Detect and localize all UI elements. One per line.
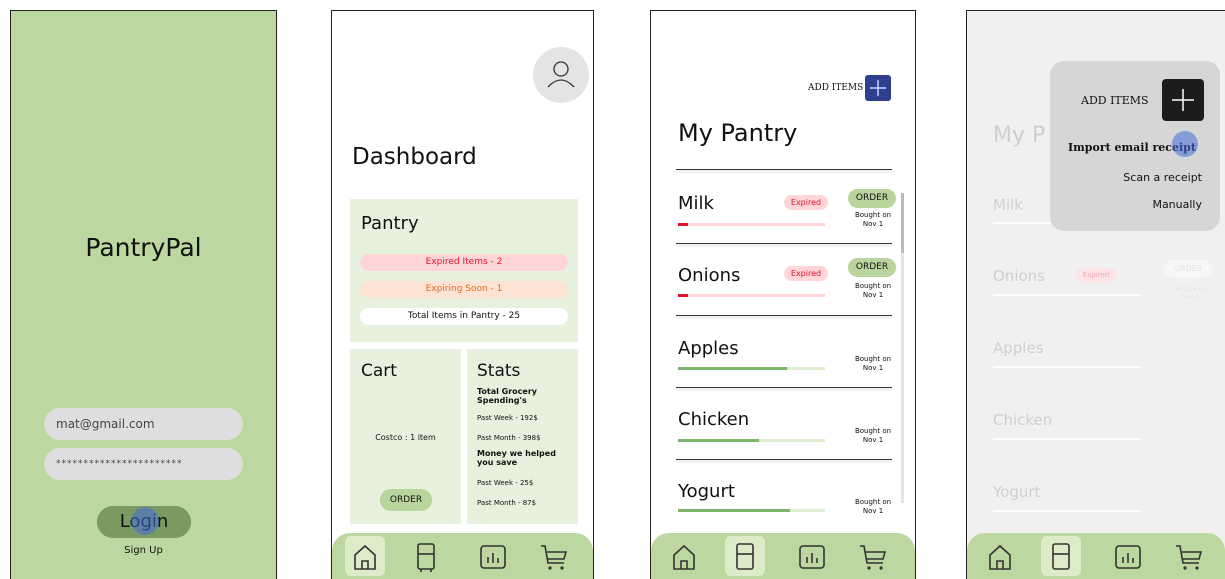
item-name: Milk <box>678 193 714 214</box>
freshness-bar <box>678 294 825 297</box>
dashboard-screen: Dashboard Pantry Expired Items - 2 Expir… <box>331 10 594 579</box>
tap-indicator <box>131 507 159 535</box>
saved-heading: Money we helped you save <box>477 449 556 467</box>
spending-week: Past Week - 192$ <box>477 414 538 422</box>
divider <box>676 315 892 316</box>
avatar[interactable] <box>533 47 589 103</box>
bought-date: Bought on Nov 1 <box>854 427 892 444</box>
bottom-nav <box>967 533 1225 579</box>
order-button[interactable]: ORDER <box>848 189 896 208</box>
background-order: ORDER <box>1164 260 1212 278</box>
cart-order-button[interactable]: ORDER <box>380 489 432 511</box>
fridge-icon[interactable] <box>410 541 442 573</box>
add-items-button[interactable] <box>865 75 891 101</box>
add-items-screen: My P Milk Onions Expired ORDER Apples Ch… <box>966 10 1225 579</box>
menu-title: ADD ITEMS <box>1081 94 1149 107</box>
background-badge: Expired <box>1075 268 1117 283</box>
freshness-fill <box>678 509 790 512</box>
tap-indicator <box>1172 131 1198 157</box>
pantry-card-title: Pantry <box>361 213 419 234</box>
freshness-bar <box>678 439 825 442</box>
scan-receipt-option[interactable]: Scan a receipt <box>1123 171 1202 184</box>
divider <box>676 387 892 388</box>
background-bar <box>993 294 1141 296</box>
cart-icon[interactable] <box>857 541 889 573</box>
freshness-fill <box>678 223 689 226</box>
bought-date: Bought on Nov 1 <box>854 282 892 299</box>
freshness-bar <box>678 509 825 512</box>
bought-date: Bought on Nov 1 <box>854 355 892 372</box>
bottom-nav <box>651 533 915 579</box>
total-items-badge: Total Items in Pantry - 25 <box>360 308 568 325</box>
signup-link[interactable]: Sign Up <box>11 545 276 556</box>
add-items-menu: ADD ITEMS Import email receipt Scan a re… <box>1050 61 1220 231</box>
item-name: Chicken <box>678 409 750 430</box>
plus-icon <box>870 80 886 96</box>
scrollbar-thumb[interactable] <box>901 193 904 253</box>
spending-month: Past Month - 398$ <box>477 434 541 442</box>
cart-icon[interactable] <box>538 541 570 573</box>
freshness-bar <box>678 367 825 370</box>
stats-icon[interactable] <box>477 541 509 573</box>
status-badge: Expired <box>784 266 828 281</box>
order-button[interactable]: ORDER <box>848 258 896 277</box>
stats-icon[interactable] <box>1112 541 1144 573</box>
freshness-fill <box>678 294 689 297</box>
password-field[interactable]: *********************** <box>44 448 243 480</box>
bought-date: Bought on Nov 1 <box>854 211 892 228</box>
stats-card[interactable]: Stats Total Grocery Spending's Past Week… <box>467 349 578 524</box>
stats-card-title: Stats <box>477 361 521 381</box>
saved-week: Past Week - 25$ <box>477 479 534 487</box>
page-title: My Pantry <box>678 119 798 147</box>
email-field[interactable]: mat@gmail.com <box>44 408 243 440</box>
cart-card-title: Cart <box>361 361 397 381</box>
spending-heading: Total Grocery Spending's <box>477 387 537 405</box>
background-item: Yogurt <box>993 483 1041 501</box>
background-bought-date: Bought on Nov 1 <box>1175 286 1207 301</box>
login-screen: PantryPal mat@gmail.com ****************… <box>10 10 277 579</box>
saved-month: Past Month - 87$ <box>477 499 537 507</box>
expired-items-badge: Expired Items - 2 <box>360 254 568 271</box>
divider <box>676 169 892 170</box>
bought-date: Bought on Nov 1 <box>854 498 892 515</box>
background-item: Chicken <box>993 411 1053 429</box>
pantry-card[interactable]: Pantry Expired Items - 2 Expiring Soon -… <box>350 199 578 342</box>
home-icon[interactable] <box>668 541 700 573</box>
page-title: Dashboard <box>352 144 477 170</box>
home-icon[interactable] <box>984 541 1016 573</box>
item-name: Apples <box>678 338 739 359</box>
freshness-fill <box>678 367 787 370</box>
user-icon <box>547 61 575 88</box>
cart-icon[interactable] <box>1173 541 1205 573</box>
item-name: Onions <box>678 265 741 286</box>
background-bar <box>993 366 1141 368</box>
background-item: Apples <box>993 339 1044 357</box>
background-title: My P <box>993 123 1046 148</box>
item-name: Yogurt <box>678 481 735 502</box>
freshness-fill <box>678 439 759 442</box>
bottom-nav <box>332 533 593 579</box>
fridge-icon[interactable] <box>1045 541 1077 573</box>
scrollbar[interactable] <box>901 193 904 503</box>
home-icon[interactable] <box>349 541 381 573</box>
expiring-soon-badge: Expiring Soon - 1 <box>360 281 568 298</box>
background-item: Onions <box>993 267 1045 285</box>
freshness-bar <box>678 223 825 226</box>
status-badge: Expired <box>784 195 828 210</box>
plus-icon <box>1172 89 1194 111</box>
add-items-label: ADD ITEMS <box>808 83 864 93</box>
add-items-button[interactable] <box>1162 79 1204 121</box>
app-title: PantryPal <box>85 233 202 262</box>
divider <box>676 243 892 244</box>
pantry-screen: ADD ITEMS My Pantry Milk Expired ORDER B… <box>650 10 916 579</box>
background-bar <box>993 438 1141 440</box>
divider <box>676 459 892 460</box>
background-item: Milk <box>993 196 1023 214</box>
fridge-icon[interactable] <box>729 541 761 573</box>
background-bar <box>993 510 1141 512</box>
manual-option[interactable]: Manually <box>1152 198 1202 211</box>
stats-icon[interactable] <box>796 541 828 573</box>
cart-store-text: Costco : 1 item <box>375 433 436 442</box>
